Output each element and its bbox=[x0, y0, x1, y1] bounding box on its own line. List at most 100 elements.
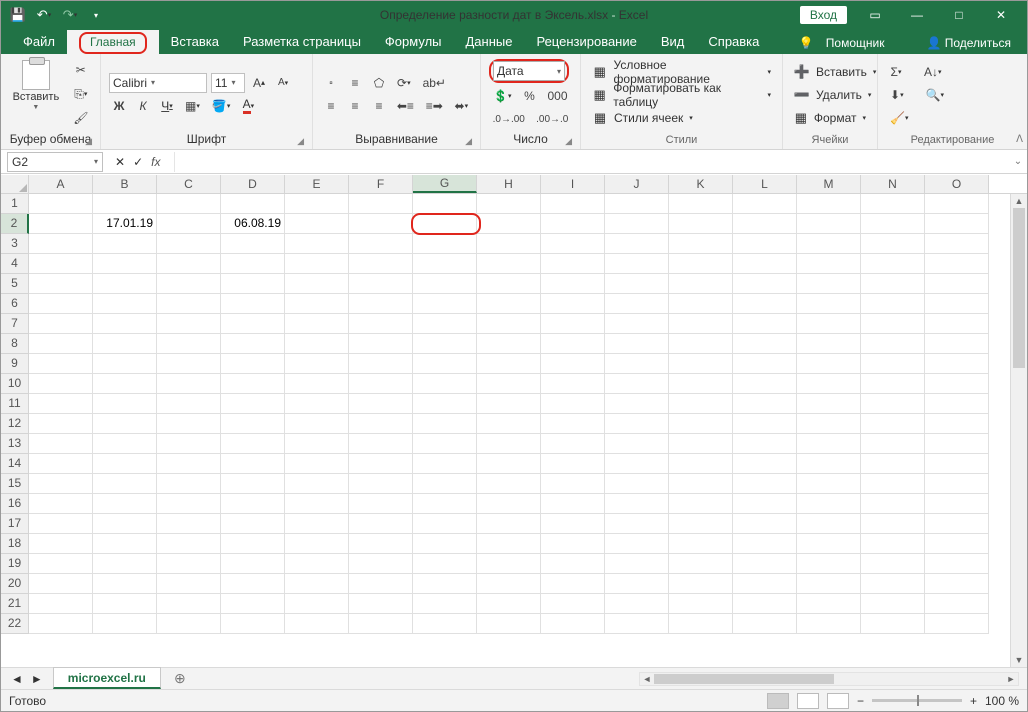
bold-button[interactable]: Ж bbox=[109, 96, 129, 116]
cell[interactable] bbox=[477, 214, 541, 234]
zoom-in-icon[interactable]: + bbox=[970, 694, 977, 708]
enter-formula-icon[interactable]: ✓ bbox=[133, 155, 143, 169]
cell[interactable] bbox=[477, 554, 541, 574]
align-right-icon[interactable]: ≡ bbox=[369, 96, 389, 116]
cell[interactable] bbox=[861, 534, 925, 554]
number-format-combo[interactable]: Дата▾ bbox=[493, 61, 565, 81]
zoom-level[interactable]: 100 % bbox=[985, 694, 1019, 708]
cell[interactable] bbox=[861, 334, 925, 354]
cell[interactable] bbox=[413, 374, 477, 394]
cell[interactable] bbox=[413, 394, 477, 414]
cell[interactable] bbox=[541, 554, 605, 574]
cell[interactable] bbox=[29, 594, 93, 614]
cell[interactable] bbox=[413, 454, 477, 474]
cell[interactable] bbox=[797, 314, 861, 334]
cell[interactable] bbox=[797, 574, 861, 594]
cell[interactable] bbox=[861, 414, 925, 434]
cell[interactable] bbox=[861, 234, 925, 254]
cell[interactable] bbox=[413, 294, 477, 314]
cell[interactable] bbox=[541, 374, 605, 394]
cell[interactable] bbox=[221, 494, 285, 514]
page-layout-view-icon[interactable] bbox=[797, 693, 819, 709]
align-top-icon[interactable]: ⬞ bbox=[321, 73, 341, 93]
col-H[interactable]: H bbox=[477, 175, 541, 193]
cell[interactable] bbox=[221, 354, 285, 374]
cell[interactable] bbox=[349, 434, 413, 454]
cell[interactable] bbox=[93, 534, 157, 554]
cell[interactable] bbox=[349, 214, 413, 234]
cell[interactable] bbox=[93, 594, 157, 614]
zoom-slider[interactable] bbox=[872, 699, 962, 702]
col-D[interactable]: D bbox=[221, 175, 285, 193]
cell[interactable] bbox=[285, 394, 349, 414]
cell[interactable] bbox=[861, 314, 925, 334]
row-header-5[interactable]: 5 bbox=[1, 274, 29, 294]
cell[interactable] bbox=[605, 594, 669, 614]
cell[interactable] bbox=[733, 534, 797, 554]
cell[interactable] bbox=[93, 254, 157, 274]
cell-styles-button[interactable]: ▦Стили ячеек▾ bbox=[589, 107, 774, 129]
cell[interactable] bbox=[669, 254, 733, 274]
cell[interactable] bbox=[861, 474, 925, 494]
sheet-nav[interactable]: ◄► bbox=[1, 672, 53, 686]
cell[interactable] bbox=[541, 294, 605, 314]
cell[interactable] bbox=[413, 414, 477, 434]
cell[interactable] bbox=[605, 614, 669, 634]
row-header-18[interactable]: 18 bbox=[1, 534, 29, 554]
cell[interactable] bbox=[669, 594, 733, 614]
cell[interactable] bbox=[605, 334, 669, 354]
cell[interactable] bbox=[541, 594, 605, 614]
accounting-icon[interactable]: 💲▾ bbox=[489, 86, 515, 106]
cell[interactable] bbox=[157, 614, 221, 634]
ribbon-display-icon[interactable]: ▭ bbox=[855, 1, 895, 29]
tab-page-layout[interactable]: Разметка страницы bbox=[231, 30, 373, 54]
cell[interactable] bbox=[221, 294, 285, 314]
tell-me-icon[interactable]: 💡 bbox=[799, 36, 814, 50]
cell[interactable] bbox=[221, 234, 285, 254]
page-break-view-icon[interactable] bbox=[827, 693, 849, 709]
delete-cells-button[interactable]: ➖Удалить▾ bbox=[791, 84, 869, 106]
cell[interactable] bbox=[797, 434, 861, 454]
zoom-out-icon[interactable]: − bbox=[857, 694, 864, 708]
cell[interactable] bbox=[797, 514, 861, 534]
cell[interactable] bbox=[285, 254, 349, 274]
cell[interactable]: 17.01.19 bbox=[93, 214, 157, 234]
share-button[interactable]: 👤 Поделиться bbox=[926, 36, 1011, 50]
cell[interactable] bbox=[413, 614, 477, 634]
cell[interactable] bbox=[925, 274, 989, 294]
decrease-font-icon[interactable]: A▾ bbox=[273, 73, 293, 93]
cell[interactable] bbox=[605, 274, 669, 294]
tell-me-label[interactable]: Помощник bbox=[826, 36, 885, 50]
cell[interactable] bbox=[29, 454, 93, 474]
formula-bar[interactable] bbox=[174, 152, 1009, 172]
cell[interactable] bbox=[605, 234, 669, 254]
cell[interactable] bbox=[349, 394, 413, 414]
cell[interactable] bbox=[541, 534, 605, 554]
cell[interactable] bbox=[349, 594, 413, 614]
cell[interactable] bbox=[925, 214, 989, 234]
cell[interactable] bbox=[605, 414, 669, 434]
cell[interactable] bbox=[413, 194, 477, 214]
cell[interactable] bbox=[29, 334, 93, 354]
cell[interactable] bbox=[477, 574, 541, 594]
orientation-icon[interactable]: ⟳▾ bbox=[393, 73, 415, 93]
cell[interactable] bbox=[93, 414, 157, 434]
col-E[interactable]: E bbox=[285, 175, 349, 193]
cell[interactable] bbox=[157, 554, 221, 574]
cell[interactable] bbox=[797, 354, 861, 374]
cell[interactable] bbox=[541, 254, 605, 274]
cell[interactable] bbox=[669, 274, 733, 294]
cell[interactable] bbox=[477, 594, 541, 614]
cut-icon[interactable]: ✂ bbox=[69, 60, 92, 80]
cell[interactable] bbox=[29, 294, 93, 314]
cell[interactable] bbox=[29, 414, 93, 434]
cell[interactable] bbox=[541, 234, 605, 254]
autosum-icon[interactable]: Σ▾ bbox=[886, 62, 906, 82]
fill-icon[interactable]: ⬇▾ bbox=[886, 85, 908, 105]
cell[interactable] bbox=[285, 554, 349, 574]
cell[interactable] bbox=[221, 554, 285, 574]
cell[interactable] bbox=[605, 214, 669, 234]
cell[interactable] bbox=[797, 374, 861, 394]
cell[interactable] bbox=[925, 494, 989, 514]
cell[interactable] bbox=[925, 514, 989, 534]
